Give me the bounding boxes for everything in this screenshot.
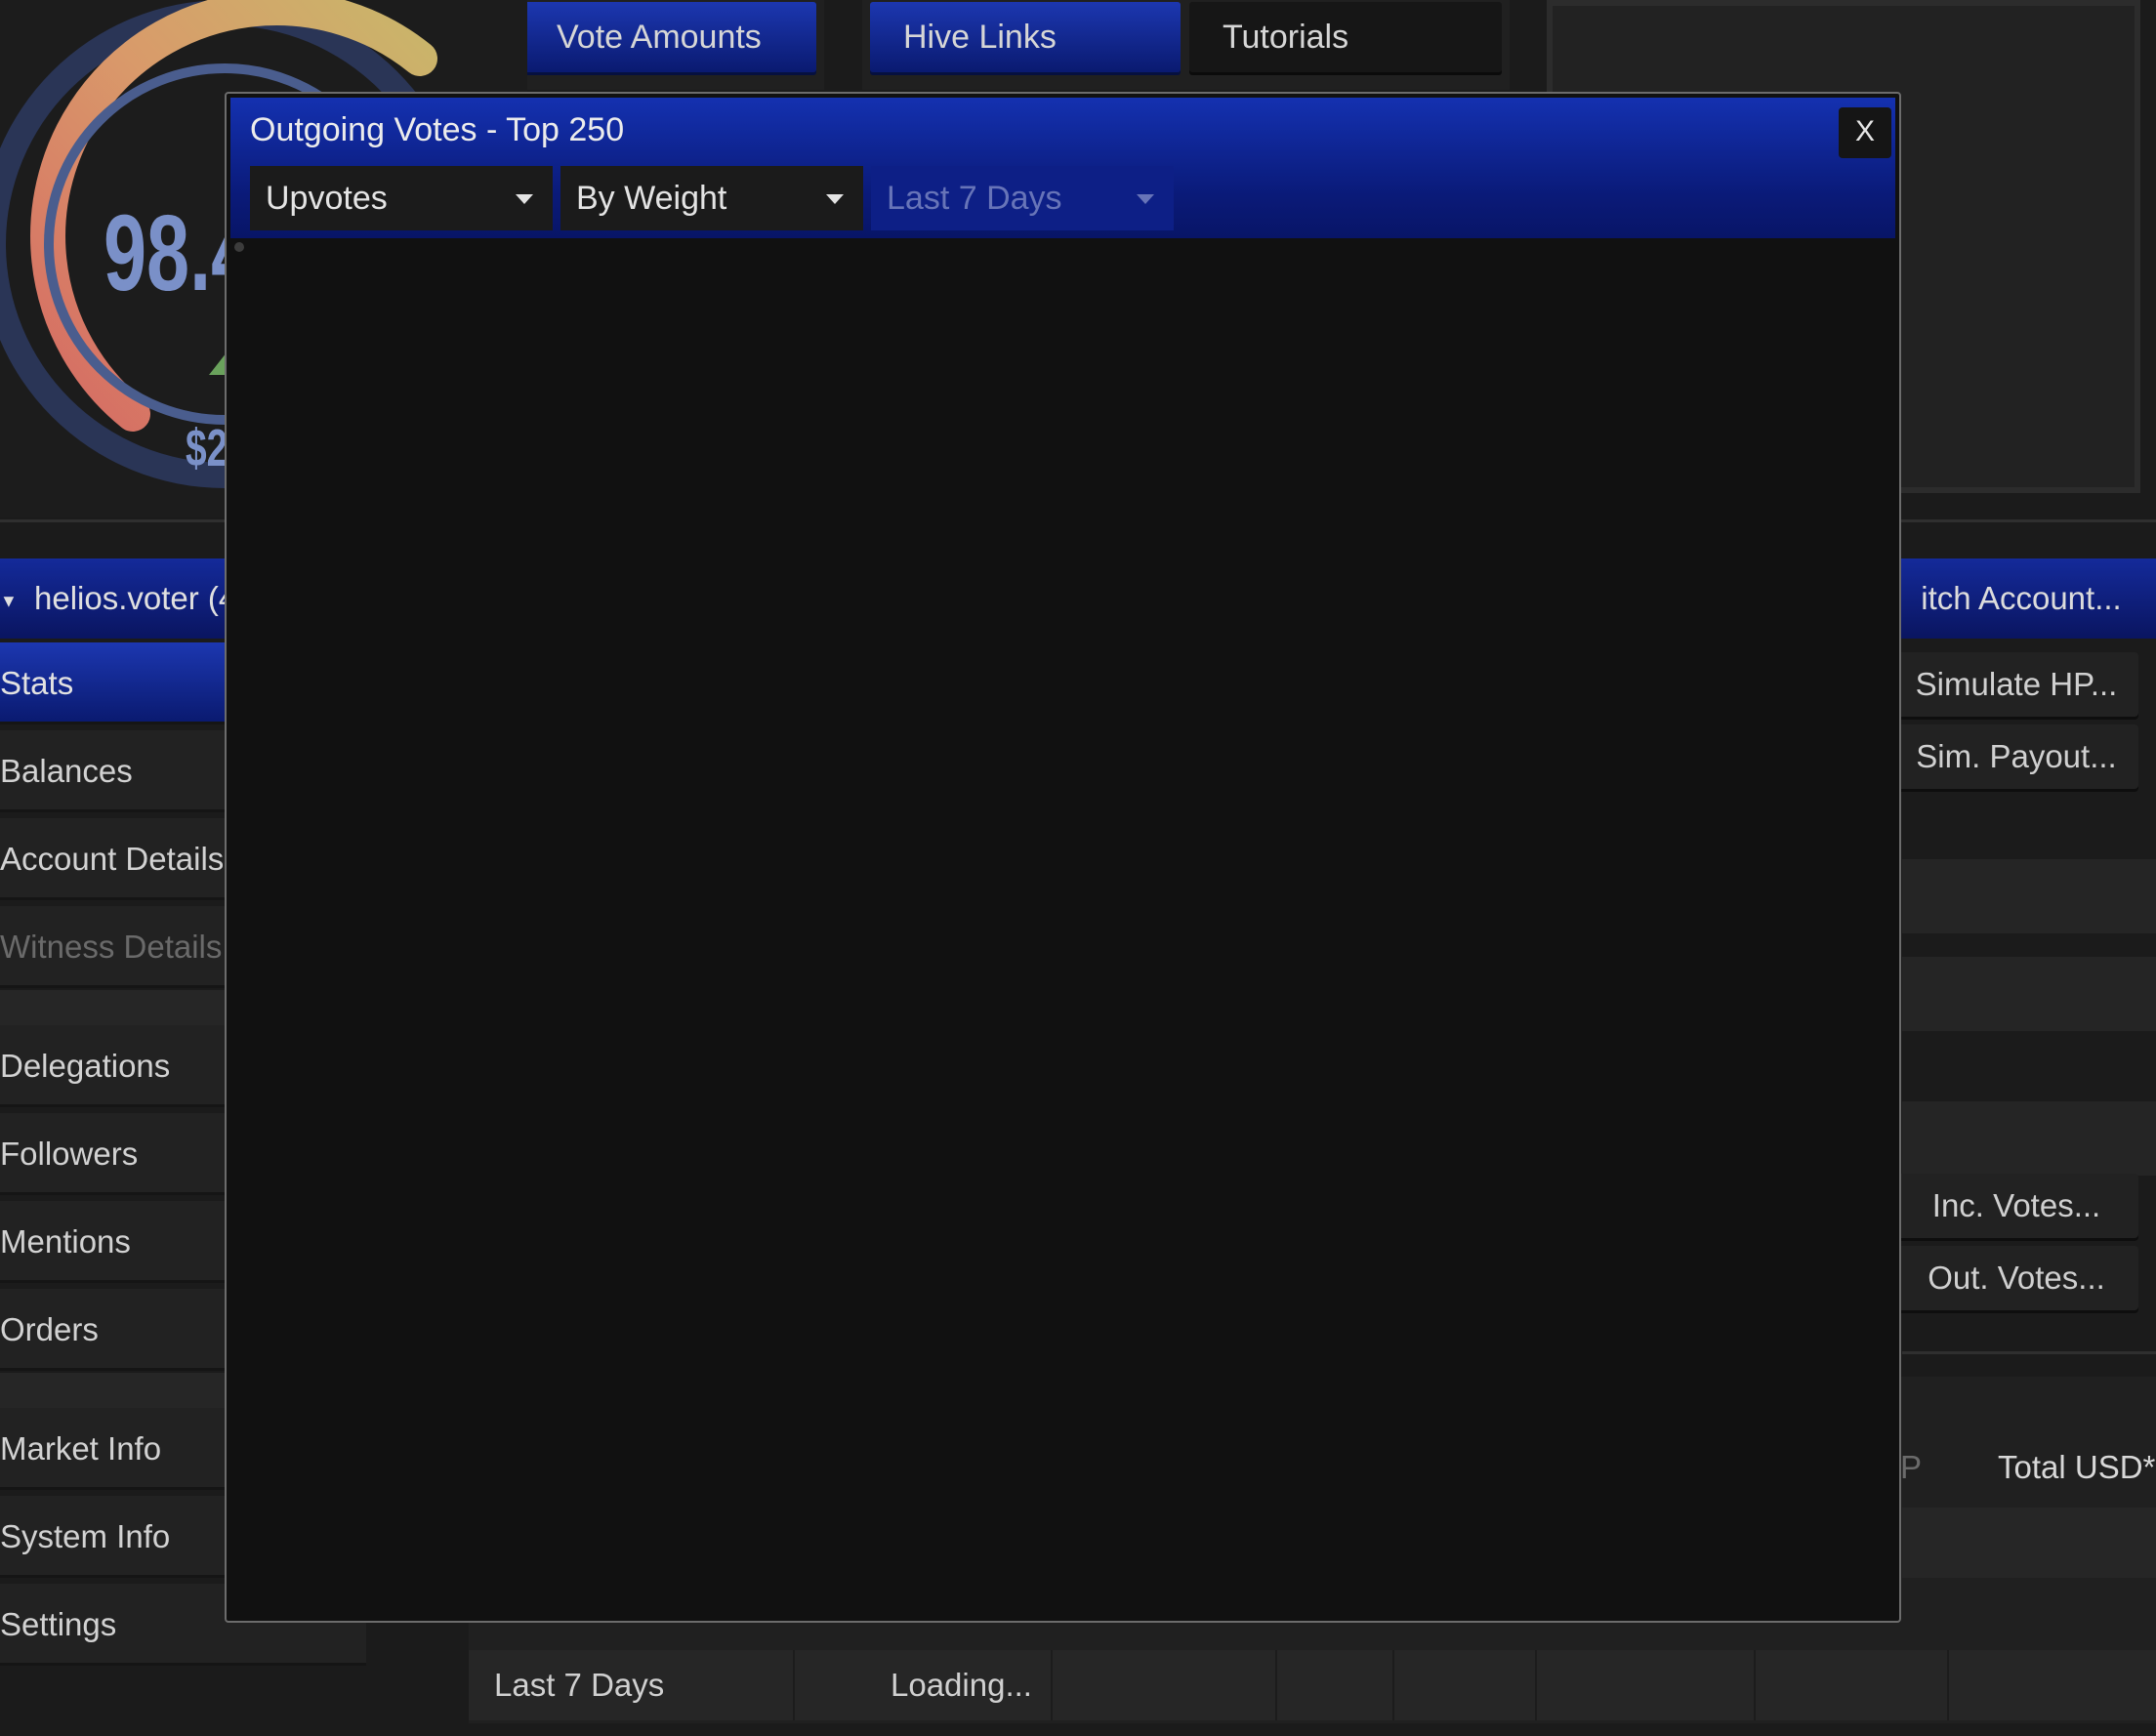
chevron-down-icon [516, 194, 533, 204]
table-cell-value: Loading... [891, 1667, 1032, 1703]
period-select[interactable]: Last 7 Days [871, 166, 1174, 230]
table-cell-period: Last 7 Days [494, 1667, 665, 1703]
tutorials-button[interactable]: Tutorials [1189, 2, 1502, 72]
column-divider [1754, 1650, 1756, 1720]
column-divider [1275, 1650, 1277, 1720]
column-divider [1947, 1650, 1949, 1720]
table-row [1902, 1508, 2156, 1578]
sort-by-select[interactable]: By Weight [560, 166, 863, 230]
column-divider [1392, 1650, 1394, 1720]
vote-type-select[interactable]: Upvotes [250, 166, 553, 230]
table-header-cell: P [1900, 1449, 1923, 1485]
close-button[interactable]: X [1839, 107, 1891, 158]
vote-amounts-button[interactable]: Vote Amounts [523, 2, 816, 72]
hive-links-button[interactable]: Hive Links [870, 2, 1181, 72]
column-divider [793, 1650, 795, 1720]
period-value: Last 7 Days [887, 180, 1062, 217]
stats-row [1902, 957, 2156, 1031]
stats-row [1902, 1101, 2156, 1176]
account-selector[interactable]: ▼ helios.voter (4 [0, 558, 236, 639]
account-name: helios.voter (4 [34, 580, 237, 616]
outgoing-votes-button[interactable]: Out. Votes... [1894, 1246, 2138, 1310]
sim-payout-button[interactable]: Sim. Payout... [1894, 724, 2138, 789]
stats-row [1902, 859, 2156, 933]
chevron-down-icon [1137, 194, 1154, 204]
chevron-down-icon [826, 194, 844, 204]
dialog-header: Outgoing Votes - Top 250 X Upvotes By We… [230, 98, 1895, 238]
outgoing-votes-dialog: Outgoing Votes - Top 250 X Upvotes By We… [225, 92, 1901, 1623]
divider [1902, 1351, 2156, 1354]
vote-value-usd: $2 [186, 419, 228, 477]
column-divider [1535, 1650, 1537, 1720]
sort-by-value: By Weight [576, 180, 727, 217]
table-header-total-usd: Total USD* [1998, 1449, 2156, 1485]
table-row: Last 7 Days Loading... [469, 1650, 2156, 1720]
incoming-votes-button[interactable]: Inc. Votes... [1894, 1174, 2138, 1238]
dialog-title: Outgoing Votes - Top 250 [250, 111, 625, 148]
simulate-hp-button[interactable]: Simulate HP... [1894, 652, 2138, 717]
chevron-down-icon: ▼ [0, 591, 18, 611]
vote-type-value: Upvotes [266, 180, 388, 217]
switch-account-button[interactable]: itch Account... [1904, 566, 2138, 631]
loading-indicator [234, 242, 244, 252]
column-divider [1051, 1650, 1053, 1720]
